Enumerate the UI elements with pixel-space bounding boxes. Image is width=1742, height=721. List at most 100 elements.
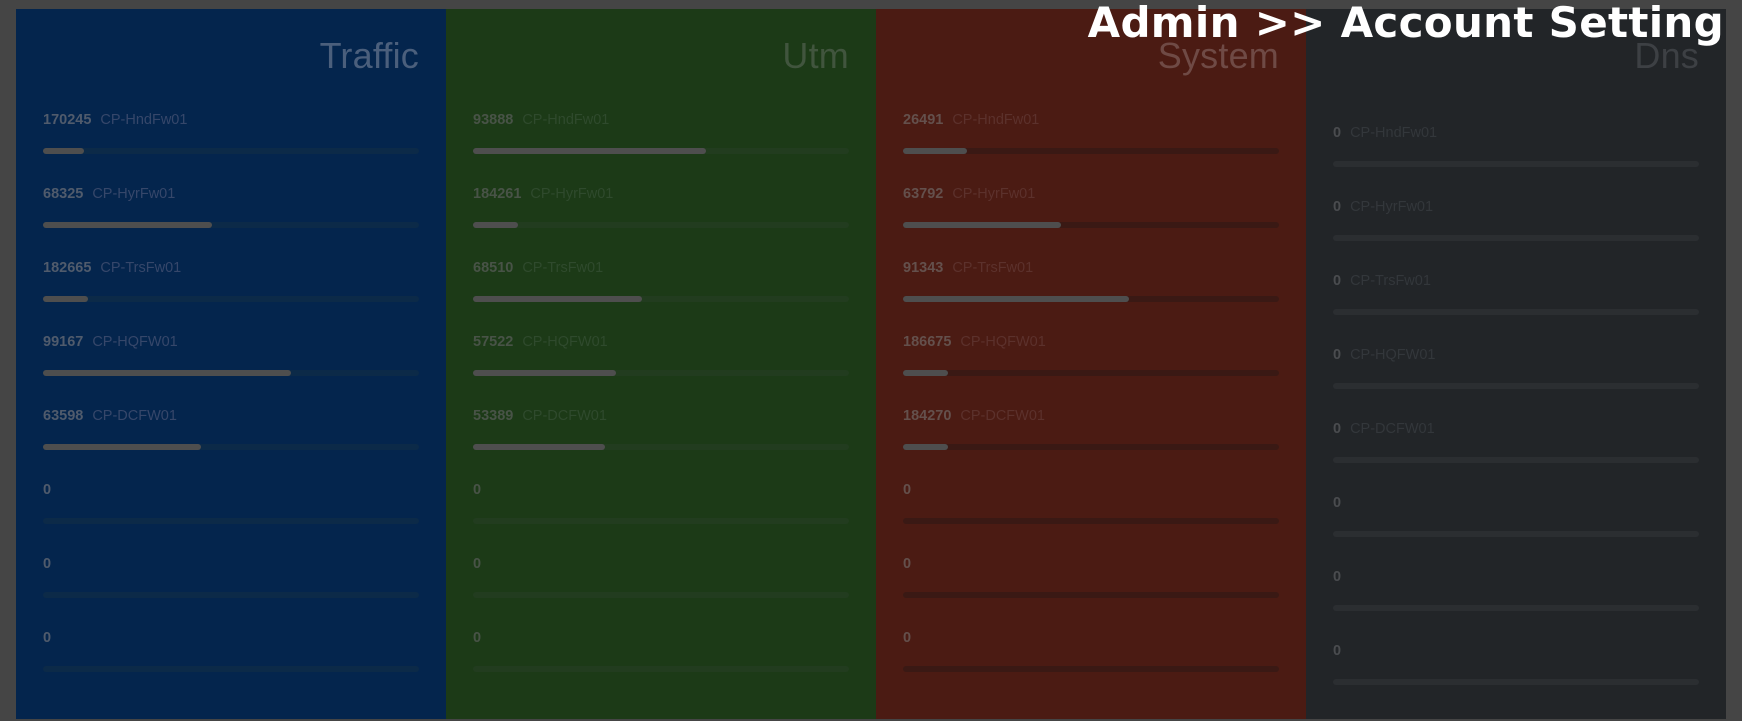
progress-fill bbox=[473, 296, 643, 302]
firewall-host: CP-DCFW01 bbox=[92, 408, 177, 424]
firewall-host: CP-TrsFw01 bbox=[1350, 273, 1431, 289]
stat-row-header: 0 bbox=[43, 629, 419, 647]
stat-row: 57522 CP-HQFW01 bbox=[473, 333, 849, 407]
stat-row: 0 bbox=[1333, 494, 1699, 568]
stat-row-header: 170245 CP-HndFw01 bbox=[43, 111, 419, 129]
progress-track bbox=[43, 592, 419, 598]
stat-row-header: 91343 CP-TrsFw01 bbox=[903, 259, 1279, 277]
stat-row: 0 CP-HyrFw01 bbox=[1333, 198, 1699, 272]
progress-fill bbox=[43, 296, 89, 302]
stat-value: 57522 bbox=[473, 334, 514, 350]
stat-value: 53389 bbox=[473, 408, 514, 424]
stat-row: 184270 CP-DCFW01 bbox=[903, 407, 1279, 481]
stat-row: 0 bbox=[473, 629, 849, 703]
stat-row: 0 CP-HQFW01 bbox=[1333, 346, 1699, 420]
stat-row: 0 CP-TrsFw01 bbox=[1333, 272, 1699, 346]
stat-row-header: 0 bbox=[903, 555, 1279, 573]
progress-track bbox=[1333, 457, 1699, 463]
progress-track bbox=[1333, 383, 1699, 389]
stat-value: 0 bbox=[473, 556, 482, 572]
stat-row-header: 93888 CP-HndFw01 bbox=[473, 111, 849, 129]
progress-fill bbox=[903, 222, 1061, 228]
stat-row-header: 0 CP-HndFw01 bbox=[1333, 124, 1699, 142]
stat-row-header: 0 bbox=[43, 555, 419, 573]
firewall-host: CP-HndFw01 bbox=[100, 112, 188, 128]
stat-value: 68325 bbox=[43, 186, 84, 202]
stat-row-header: 63598 CP-DCFW01 bbox=[43, 407, 419, 425]
stat-row-header: 63792 CP-HyrFw01 bbox=[903, 185, 1279, 203]
progress-fill bbox=[903, 370, 949, 376]
stat-value: 0 bbox=[1333, 347, 1342, 363]
progress-fill bbox=[903, 444, 949, 450]
panel-rows: 26491 CP-HndFw01 63792 CP-HyrFw01 91343 CP-Tr… bbox=[903, 111, 1279, 703]
stat-row-header: 0 bbox=[903, 629, 1279, 647]
progress-track bbox=[43, 444, 419, 450]
progress-track bbox=[903, 296, 1279, 302]
progress-track bbox=[473, 148, 849, 154]
firewall-host: CP-HQFW01 bbox=[960, 334, 1046, 350]
stat-row: 93888 CP-HndFw01 bbox=[473, 111, 849, 185]
stat-value: 26491 bbox=[903, 112, 944, 128]
stat-row-header: 0 bbox=[473, 629, 849, 647]
stat-row-header: 99167 CP-HQFW01 bbox=[43, 333, 419, 351]
progress-track bbox=[903, 222, 1279, 228]
firewall-host: CP-HQFW01 bbox=[92, 334, 178, 350]
stat-row-header: 0 CP-TrsFw01 bbox=[1333, 272, 1699, 290]
panel-rows: 170245 CP-HndFw01 68325 CP-HyrFw01 182665 CP-… bbox=[43, 111, 419, 703]
stat-row-header: 0 CP-HQFW01 bbox=[1333, 346, 1699, 364]
stat-value: 63598 bbox=[43, 408, 84, 424]
panel-title: Traffic bbox=[319, 35, 419, 76]
stat-row: 0 bbox=[903, 481, 1279, 555]
stat-row-header: 0 bbox=[903, 481, 1279, 499]
stat-row: 63598 CP-DCFW01 bbox=[43, 407, 419, 481]
stat-value: 0 bbox=[1333, 643, 1342, 659]
progress-track bbox=[43, 370, 419, 376]
firewall-host: CP-TrsFw01 bbox=[522, 260, 604, 276]
stat-row-header: 68510 CP-TrsFw01 bbox=[473, 259, 849, 277]
stat-value: 184261 bbox=[473, 186, 522, 202]
app-root: Traffic 170245 CP-HndFw01 68325 CP-HyrFw01 1… bbox=[0, 0, 1742, 721]
stat-row-header: 0 CP-HyrFw01 bbox=[1333, 198, 1699, 216]
firewall-host: CP-HQFW01 bbox=[1350, 347, 1436, 363]
stat-value: 0 bbox=[43, 630, 52, 646]
progress-fill bbox=[43, 222, 213, 228]
stat-row: 0 bbox=[43, 481, 419, 555]
stat-row: 0 bbox=[473, 481, 849, 555]
stat-value: 63792 bbox=[903, 186, 944, 202]
progress-fill bbox=[473, 370, 616, 376]
stat-value: 0 bbox=[1333, 273, 1342, 289]
stat-value: 68510 bbox=[473, 260, 514, 276]
firewall-host: CP-HndFw01 bbox=[952, 112, 1040, 128]
progress-fill bbox=[903, 148, 967, 154]
firewall-host: CP-DCFW01 bbox=[522, 408, 607, 424]
progress-fill bbox=[473, 148, 707, 154]
stat-row-header: 26491 CP-HndFw01 bbox=[903, 111, 1279, 129]
progress-track bbox=[473, 518, 849, 524]
breadcrumb[interactable]: Admin >> Account Setting bbox=[1088, 0, 1724, 46]
stat-value: 99167 bbox=[43, 334, 84, 350]
progress-track bbox=[1333, 161, 1699, 167]
stat-row: 68325 CP-HyrFw01 bbox=[43, 185, 419, 259]
progress-fill bbox=[43, 444, 201, 450]
stat-value: 0 bbox=[473, 630, 482, 646]
stat-row-header: 182665 CP-TrsFw01 bbox=[43, 259, 419, 277]
panel-dns: Dns 0 CP-HndFw01 0 CP-HyrFw01 0 CP-TrsFw01 0 CP… bbox=[1306, 9, 1726, 719]
stat-row-header: 0 bbox=[473, 481, 849, 499]
progress-track bbox=[473, 296, 849, 302]
stat-value: 0 bbox=[1333, 125, 1342, 141]
progress-track bbox=[43, 148, 419, 154]
firewall-host: CP-HyrFw01 bbox=[1350, 199, 1434, 215]
stat-value: 0 bbox=[1333, 569, 1342, 585]
firewall-host: CP-HQFW01 bbox=[522, 334, 608, 350]
progress-track bbox=[43, 518, 419, 524]
stat-value: 0 bbox=[43, 556, 52, 572]
firewall-host: CP-HndFw01 bbox=[522, 112, 610, 128]
stat-row: 63792 CP-HyrFw01 bbox=[903, 185, 1279, 259]
stat-value: 0 bbox=[903, 556, 912, 572]
progress-track bbox=[903, 148, 1279, 154]
progress-track bbox=[473, 444, 849, 450]
stat-row: 0 CP-HndFw01 bbox=[1333, 124, 1699, 198]
stat-row-header: 184261 CP-HyrFw01 bbox=[473, 185, 849, 203]
panel-rows: 93888 CP-HndFw01 184261 CP-HyrFw01 68510 CP-T… bbox=[473, 111, 849, 703]
stat-row: 0 bbox=[903, 629, 1279, 703]
